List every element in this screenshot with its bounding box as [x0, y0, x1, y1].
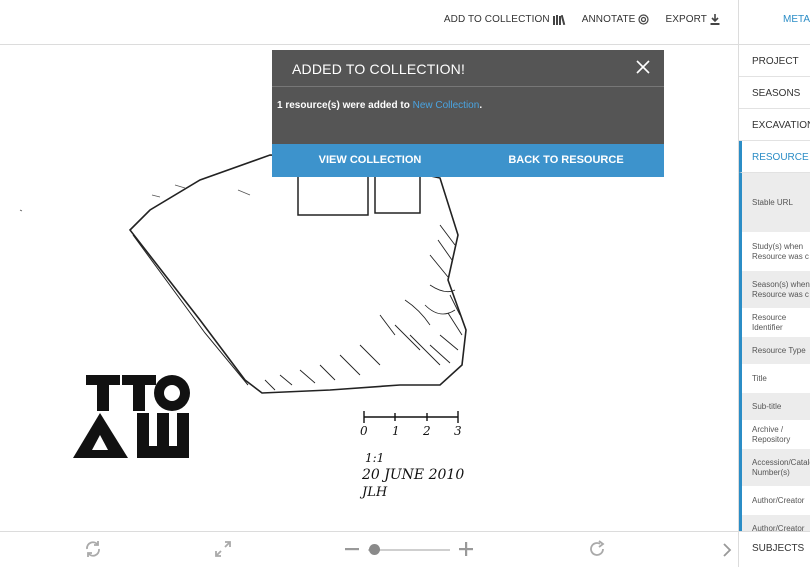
- field-accession: Accession/Catalog Number(s): [742, 449, 810, 487]
- app-window: ADD TO COLLECTION ANNOTATE EXPORT 0 1 2 …: [0, 0, 810, 567]
- section-resource[interactable]: RESOURCE: [739, 141, 810, 173]
- viewer-controls: [0, 531, 738, 567]
- field-author: Author/Creator: [742, 487, 810, 515]
- zoom-slider-track[interactable]: [368, 549, 450, 551]
- scale-note: 1:1: [365, 451, 384, 465]
- top-toolbar: ADD TO COLLECTION ANNOTATE EXPORT: [0, 0, 738, 45]
- export-label: EXPORT: [665, 14, 707, 25]
- view-collection-button[interactable]: VIEW COLLECTION: [272, 144, 468, 177]
- scale-tick-1: 1: [392, 424, 400, 438]
- dialog-actions: VIEW COLLECTION BACK TO RESOURCE: [272, 144, 664, 177]
- message-prefix: 1 resource(s) were added to: [277, 100, 410, 111]
- add-to-collection-button[interactable]: ADD TO COLLECTION: [444, 14, 566, 25]
- section-project[interactable]: PROJECT: [739, 45, 810, 77]
- annotate-button[interactable]: ANNOTATE: [582, 14, 650, 25]
- zoom-out-icon[interactable]: [344, 541, 360, 557]
- close-icon[interactable]: [634, 58, 652, 76]
- add-to-collection-label: ADD TO COLLECTION: [443, 14, 550, 25]
- zoom-slider-handle[interactable]: [369, 544, 381, 555]
- scale-tick-3: 3: [454, 424, 462, 438]
- library-icon: [552, 14, 565, 25]
- date-note: 20 JUNE 2010: [361, 467, 464, 483]
- message-suffix: .: [479, 100, 483, 111]
- download-icon: [710, 14, 720, 25]
- field-seasons: Season(s) when Resource was c: [742, 271, 810, 309]
- target-icon: [638, 14, 650, 25]
- field-resource-type: Resource Type: [742, 337, 810, 365]
- scale-bar: [363, 411, 459, 423]
- field-studies: Study(s) when Resource was c: [742, 233, 810, 271]
- dialog-message: 1 resource(s) were added to New Collecti…: [277, 100, 482, 111]
- field-subtitle: Sub-title: [742, 393, 810, 421]
- back-to-resource-button[interactable]: BACK TO RESOURCE: [468, 144, 664, 177]
- metadata-tab[interactable]: METADATA: [739, 0, 810, 45]
- dialog-title: ADDED TO COLLECTION!: [292, 61, 466, 77]
- field-stable-url: Stable URL: [742, 173, 810, 233]
- field-title: Title: [742, 365, 810, 393]
- dialog-divider: [272, 86, 664, 87]
- chevron-right-icon[interactable]: [722, 542, 732, 558]
- fullscreen-icon[interactable]: [214, 540, 232, 558]
- section-subjects[interactable]: SUBJECTS: [739, 531, 810, 567]
- field-resource-identifier: Resource Identifier: [742, 309, 810, 337]
- scale-tick-2: 2: [422, 424, 431, 438]
- initials-note: JLH: [359, 485, 388, 500]
- zoom-in-icon[interactable]: [458, 541, 474, 557]
- metadata-panel: METADATA PROJECT SEASONS EXCAVATION RESO…: [738, 0, 810, 567]
- resource-fields: Stable URL Study(s) when Resource was c …: [739, 173, 810, 543]
- annotate-label: ANNOTATE: [581, 14, 636, 25]
- new-collection-link[interactable]: New Collection: [413, 100, 480, 111]
- section-excavation[interactable]: EXCAVATION: [739, 109, 810, 141]
- rotate-icon[interactable]: [589, 540, 607, 558]
- rotate-reset-icon[interactable]: [84, 540, 102, 558]
- added-to-collection-dialog: ADDED TO COLLECTION! 1 resource(s) were …: [272, 50, 664, 177]
- section-seasons[interactable]: SEASONS: [739, 77, 810, 109]
- field-archive: Archive / Repository: [742, 421, 810, 449]
- inscription-glyphs: [73, 375, 190, 458]
- export-button[interactable]: EXPORT: [665, 14, 720, 25]
- scale-tick-0: 0: [360, 424, 368, 438]
